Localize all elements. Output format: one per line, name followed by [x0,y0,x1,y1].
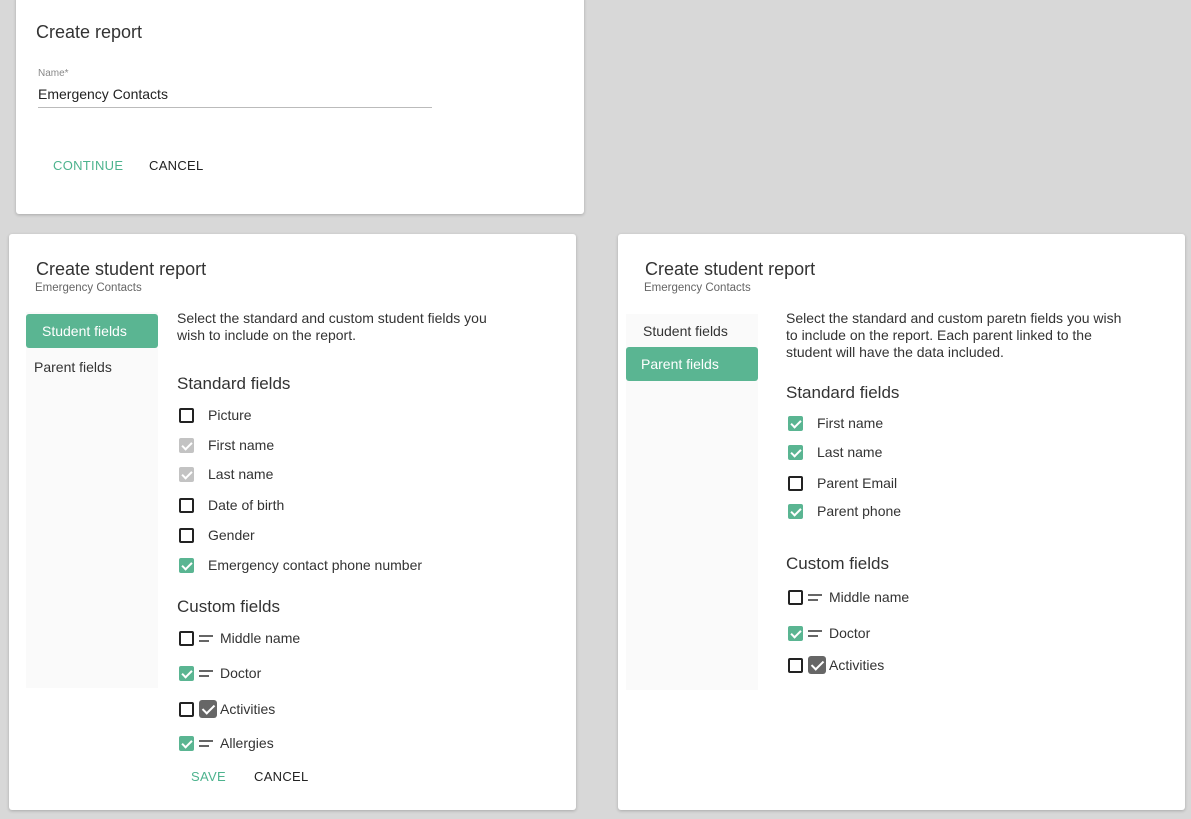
text-lines-icon [199,739,215,747]
dialog-subtitle: Emergency Contacts [35,282,142,294]
field-middle-name[interactable]: Middle name [179,628,300,648]
field-allergies[interactable]: Allergies [179,733,274,753]
checkbox[interactable] [788,657,803,673]
field-last-name[interactable]: Last name [788,442,882,462]
checkbox-type-icon [199,700,217,718]
nav-parent-fields[interactable]: Parent fields [26,350,158,384]
cancel-button[interactable]: CANCEL [254,769,309,784]
field-first-name[interactable]: First name [788,413,883,433]
name-input-underline [38,107,432,108]
standard-fields-heading: Standard fields [177,374,291,393]
checkbox[interactable] [788,589,803,605]
checkbox-checked[interactable] [179,557,194,573]
student-report-dialog: Create student report Emergency Contacts… [9,234,576,810]
checkbox[interactable] [179,497,194,513]
create-report-dialog: Create report Name* Emergency Contacts C… [16,0,584,214]
field-parent-email[interactable]: Parent Email [788,473,897,493]
cancel-button[interactable]: CANCEL [149,158,204,173]
field-type-nav: Student fields Parent fields [26,312,158,688]
dialog-title: Create report [36,22,143,42]
field-picture[interactable]: Picture [179,405,252,425]
checkbox[interactable] [788,475,803,491]
checkbox[interactable] [179,701,194,717]
nav-student-fields[interactable]: Student fields [626,314,758,348]
dialog-title: Create student report [36,259,207,279]
custom-fields-heading: Custom fields [177,597,280,616]
field-activities[interactable]: Activities [179,699,275,719]
field-doctor[interactable]: Doctor [179,663,261,683]
field-last-name: Last name [179,464,273,484]
dialog-subtitle: Emergency Contacts [644,282,751,294]
checkbox[interactable] [179,527,194,543]
parent-report-dialog: Create student report Emergency Contacts… [618,234,1185,810]
name-input[interactable]: Emergency Contacts [38,86,168,102]
checkbox-checked[interactable] [179,735,194,751]
instructions-text: Select the standard and custom student f… [177,310,487,343]
field-middle-name[interactable]: Middle name [788,587,909,607]
nav-parent-fields[interactable]: Parent fields [626,347,758,381]
field-gender[interactable]: Gender [179,525,255,545]
field-doctor[interactable]: Doctor [788,623,870,643]
instructions-text: Select the standard and custom paretn fi… [786,310,1122,360]
field-activities[interactable]: Activities [788,655,884,675]
standard-fields-heading: Standard fields [786,383,900,402]
text-lines-icon [808,629,824,637]
dialog-title: Create student report [645,259,816,279]
text-lines-icon [199,634,215,642]
save-button[interactable]: SAVE [191,769,226,784]
text-lines-icon [808,593,824,601]
field-type-nav: Student fields Parent fields [626,314,758,690]
continue-button[interactable]: CONTINUE [53,158,123,173]
field-first-name: First name [179,435,274,455]
custom-fields-heading: Custom fields [786,554,889,573]
checkbox-checked[interactable] [788,444,803,460]
field-parent-phone[interactable]: Parent phone [788,501,901,521]
nav-student-fields[interactable]: Student fields [26,314,158,348]
checkbox-type-icon [808,656,826,674]
name-field-label: Name* [38,68,69,79]
checkbox-checked[interactable] [788,625,803,641]
checkbox-disabled [179,466,194,482]
checkbox-checked[interactable] [788,415,803,431]
checkbox-disabled [179,437,194,453]
checkbox-checked[interactable] [179,665,194,681]
field-emergency-contact-phone[interactable]: Emergency contact phone number [179,555,422,575]
checkbox-checked[interactable] [788,503,803,519]
text-lines-icon [199,669,215,677]
field-date-of-birth[interactable]: Date of birth [179,495,284,515]
checkbox[interactable] [179,407,194,423]
checkbox[interactable] [179,630,194,646]
